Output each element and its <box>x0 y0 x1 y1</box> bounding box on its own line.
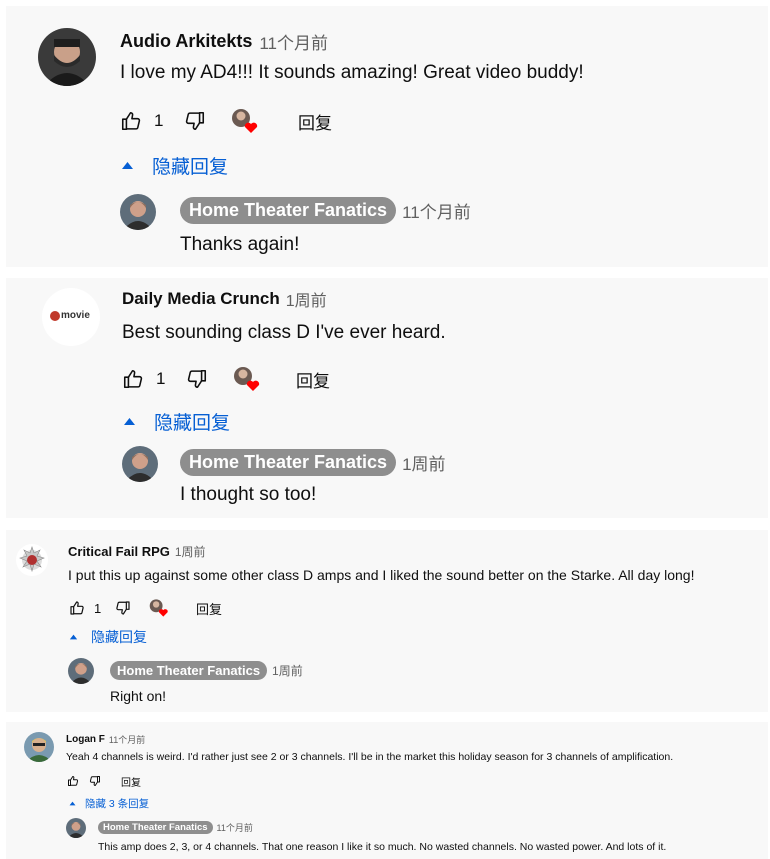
toggle-label: 隐藏回复 <box>152 156 229 178</box>
author-name[interactable]: Logan F <box>66 734 105 745</box>
action-bar: 1 回复 <box>120 366 330 392</box>
toggle-label: 隐藏 3 条回复 <box>85 797 150 810</box>
comment-header: Critical Fail RPG 1周前 <box>68 542 206 560</box>
timestamp[interactable]: 1周前 <box>175 543 206 560</box>
toggle-label: 隐藏回复 <box>91 629 147 645</box>
caret-up-icon <box>68 801 76 806</box>
comment-text: I love my AD4!!! It sounds amazing! Grea… <box>120 62 584 83</box>
comment-text: Best sounding class D I've ever heard. <box>122 322 446 343</box>
comment-text: Yeah 4 channels is weird. I'd rather jus… <box>66 751 674 763</box>
hide-replies-toggle[interactable]: 隐藏回复 <box>120 152 228 178</box>
reply-text: Right on! <box>110 688 167 704</box>
action-bar: 回复 <box>66 774 141 789</box>
reply-avatar[interactable] <box>120 194 156 230</box>
thumb-up-icon[interactable] <box>66 775 79 788</box>
reply-avatar[interactable] <box>122 446 158 482</box>
toggle-label: 隐藏回复 <box>154 412 231 434</box>
creator-badge[interactable]: Home Theater Fanatics <box>180 196 397 224</box>
reply-text: This amp does 2, 3, or 4 channels. That … <box>98 841 667 853</box>
reply-header: Home Theater Fanatics 1周前 <box>180 448 446 476</box>
timestamp[interactable]: 11个月前 <box>402 198 471 223</box>
thumb-down-icon[interactable] <box>114 599 132 617</box>
reply-text: I thought so too! <box>180 484 317 505</box>
timestamp[interactable]: 1周前 <box>272 662 303 679</box>
thumb-up-icon[interactable] <box>118 108 144 134</box>
creator-heart-icon <box>232 365 262 393</box>
avatar[interactable] <box>38 28 96 86</box>
like-count: 1 <box>94 600 102 616</box>
thumb-down-icon[interactable] <box>88 775 101 788</box>
reply-avatar[interactable] <box>68 658 94 684</box>
creator-heart-icon <box>148 598 170 618</box>
logo-text: movie <box>61 310 90 321</box>
reply-header: Home Theater Fanatics 11个月前 <box>180 196 471 224</box>
reply-header: Home Theater Fanatics 11个月前 <box>98 820 253 834</box>
hide-replies-toggle[interactable]: 隐藏 3 条回复 <box>68 796 149 810</box>
thumb-up-icon[interactable] <box>120 366 146 392</box>
timestamp[interactable]: 11个月前 <box>217 821 253 834</box>
reply-avatar[interactable] <box>66 818 86 838</box>
reply-button[interactable]: 回复 <box>121 774 141 789</box>
reply-button[interactable]: 回复 <box>298 109 332 134</box>
comment-card: Logan F 11个月前 Yeah 4 channels is weird. … <box>6 722 768 859</box>
hide-replies-toggle[interactable]: 隐藏回复 <box>122 408 230 434</box>
thumb-up-icon[interactable] <box>68 599 86 617</box>
comment-card: Critical Fail RPG 1周前 I put this up agai… <box>6 530 768 712</box>
reply-header: Home Theater Fanatics 1周前 <box>110 660 303 680</box>
timestamp[interactable]: 11个月前 <box>109 733 145 746</box>
comment-card: Audio Arkitekts 11个月前 I love my AD4!!! I… <box>6 6 768 267</box>
comment-card: movie Daily Media Crunch 1周前 Best soundi… <box>6 278 768 518</box>
like-count: 1 <box>154 111 164 130</box>
caret-up-icon <box>122 417 136 426</box>
comment-text: I put this up against some other class D… <box>68 567 695 583</box>
creator-heart-icon <box>230 107 260 135</box>
reply-button[interactable]: 回复 <box>196 599 222 618</box>
channel-logo[interactable]: movie <box>42 288 100 346</box>
caret-up-icon <box>68 634 78 640</box>
thumb-down-icon[interactable] <box>184 366 210 392</box>
comment-header: Daily Media Crunch 1周前 <box>122 288 327 310</box>
timestamp[interactable]: 1周前 <box>402 450 445 475</box>
comment-header: Logan F 11个月前 <box>66 732 145 746</box>
creator-badge[interactable]: Home Theater Fanatics <box>180 448 397 476</box>
hide-replies-toggle[interactable]: 隐藏回复 <box>68 628 147 646</box>
creator-badge[interactable]: Home Theater Fanatics <box>98 820 213 834</box>
creator-badge[interactable]: Home Theater Fanatics <box>110 660 268 680</box>
thumb-down-icon[interactable] <box>182 108 208 134</box>
avatar[interactable] <box>24 732 54 762</box>
author-name[interactable]: Critical Fail RPG <box>68 544 170 559</box>
reply-button[interactable]: 回复 <box>296 367 330 392</box>
action-bar: 1 回复 <box>118 108 332 134</box>
action-bar: 1 回复 <box>68 598 222 618</box>
like-count: 1 <box>156 369 166 388</box>
caret-up-icon <box>120 161 134 170</box>
author-name[interactable]: Daily Media Crunch <box>122 289 280 309</box>
timestamp[interactable]: 11个月前 <box>259 29 328 54</box>
avatar[interactable] <box>16 544 48 576</box>
comment-header: Audio Arkitekts 11个月前 <box>120 29 328 54</box>
author-name[interactable]: Audio Arkitekts <box>120 31 252 52</box>
reply-text: Thanks again! <box>180 234 300 255</box>
timestamp[interactable]: 1周前 <box>286 287 327 311</box>
